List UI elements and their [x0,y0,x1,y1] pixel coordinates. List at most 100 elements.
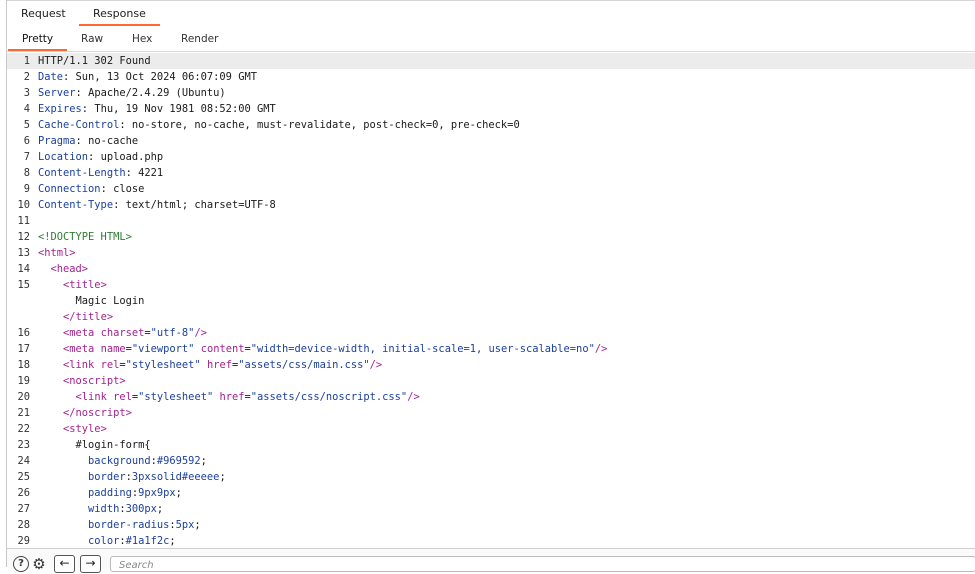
plain-text: #login-form{ [75,439,151,451]
line-number: 25 [17,471,30,483]
code-line: 22 <style> [7,421,975,437]
html-tag: <meta [63,343,95,355]
line-number: 26 [17,487,30,499]
header-name: Location [38,151,89,163]
attr-value: "stylesheet" [125,359,201,371]
code-text: #login-form{ [38,437,151,453]
header-name: Connection [38,183,101,195]
attr-value: "width=device-width, initial-scale=1, us… [250,343,595,355]
code-text: <meta name="viewport" content="width=dev… [63,343,608,355]
code-text: HTTP/1.1 302 Found [38,53,151,69]
tab-request[interactable]: Request [7,1,80,26]
line-number: 13 [17,247,30,259]
line-number: 11 [17,215,30,227]
html-tag-end: /> [407,391,420,403]
tab-render[interactable]: Render [167,27,232,51]
tab-pretty[interactable]: Pretty [8,27,68,51]
code-line: </title> [7,309,975,325]
response-panel: Request Response Pretty Raw Hex Render 1… [6,0,975,573]
line-number: 24 [17,455,30,467]
css-value: 9px9px [138,487,176,499]
gear-icon[interactable]: ⚙ [31,556,47,572]
code-text: </title> [38,309,113,325]
response-body-editor[interactable]: 1 HTTP/1.1 302 Found 2 Date: Sun, 13 Oct 20… [7,53,975,547]
line-number: 4 [23,103,30,115]
code-text: <meta charset="utf-8"/> [63,327,207,339]
code-line: 19 <noscript> [7,373,975,389]
code-line: 18 <link rel="stylesheet" href="assets/c… [7,357,975,373]
search-input[interactable]: Search [110,556,975,572]
code-line: 17 <meta name="viewport" content="width=… [7,341,975,357]
header-value: no-cache [88,135,139,147]
code-text: padding:9px9px; [88,487,182,499]
css-value: 5px [175,519,195,531]
code-line: 13 <html> [7,245,975,261]
code-text: <style> [38,421,107,437]
header-name: Pragma [38,135,76,147]
code-line: 14 <head> [7,261,975,277]
footer-toolbar: ? ⚙ ← → Search [7,548,975,573]
css-value: #969592 [156,455,201,467]
header-name: Date [38,71,64,83]
attr-value: "utf-8" [150,327,195,339]
attr-name: href [206,359,232,371]
code-text: Expires: Thu, 19 Nov 1981 08:52:00 GMT [38,103,276,115]
code-line: 29 color:#1a1f2c; [7,533,975,547]
tab-response[interactable]: Response [79,1,160,26]
header-name: Content-Type [38,199,114,211]
code-line: 9 Connection: close [7,181,975,197]
code-line: 16 <meta charset="utf-8"/> [7,325,975,341]
code-text: <noscript> [38,373,126,389]
forward-button[interactable]: → [80,555,101,573]
code-text: </noscript> [38,405,132,421]
html-tag-end: /> [369,359,383,371]
code-line: 5 Cache-Control: no-store, no-cache, must… [7,117,975,133]
line-number: 6 [23,135,30,147]
line-number: 2 [23,71,30,83]
header-value: 4221 [138,167,164,179]
code-line: 27 width:300px; [7,501,975,517]
help-icon[interactable]: ? [13,556,29,572]
html-tag: <title> [63,279,107,291]
attr-value: "viewport" [131,343,195,355]
code-line: 12 <!DOCTYPE HTML> [7,229,975,245]
code-text: width:300px; [88,503,164,515]
code-line: 2 Date: Sun, 13 Oct 2024 06:07:09 GMT [7,69,975,85]
back-button[interactable]: ← [54,555,75,573]
line-number: 22 [17,423,30,435]
plain-text: HTTP/1.1 302 Found [38,55,151,67]
attr-name: href [219,391,245,403]
html-tag-end: /> [194,327,207,339]
header-value: close [113,183,145,195]
line-number: 15 [17,279,30,291]
header-value: Sun, 13 Oct 2024 06:07:09 GMT [75,71,257,83]
code-text: Content-Type: text/html; charset=UTF-8 [38,199,276,211]
attr-name: content [200,343,245,355]
attr-name: charset [100,327,145,339]
attr-name: rel [113,391,132,403]
html-tag: <meta [63,327,95,339]
code-text: Content-Length: 4221 [38,167,164,179]
line-number: 19 [17,375,30,387]
code-line: 7 Location: upload.php [7,149,975,165]
html-tag: <style> [63,423,107,435]
line-number: 8 [23,167,30,179]
code-line: 8 Content-Length: 4221 [7,165,975,181]
line-number: 14 [17,263,30,275]
code-text: Cache-Control: no-store, no-cache, must-… [38,119,520,131]
code-line: 1 HTTP/1.1 302 Found [7,53,975,69]
code-line: 10 Content-Type: text/html; charset=UTF-8 [7,197,975,213]
css-value: #1a1f2c [125,535,170,547]
html-tag: <link [75,391,107,403]
line-number: 16 [17,327,30,339]
tab-raw[interactable]: Raw [67,27,117,51]
code-line: 21 </noscript> [7,405,975,421]
line-number: 5 [23,119,30,131]
css-value: 3pxsolid#eeeee [131,471,220,483]
attr-name: rel [100,359,120,371]
css-property: border-radius [88,519,170,531]
tab-hex[interactable]: Hex [118,27,166,51]
header-name: Server [38,87,76,99]
code-line: Magic Login [7,293,975,309]
doctype: <!DOCTYPE HTML> [38,231,132,243]
